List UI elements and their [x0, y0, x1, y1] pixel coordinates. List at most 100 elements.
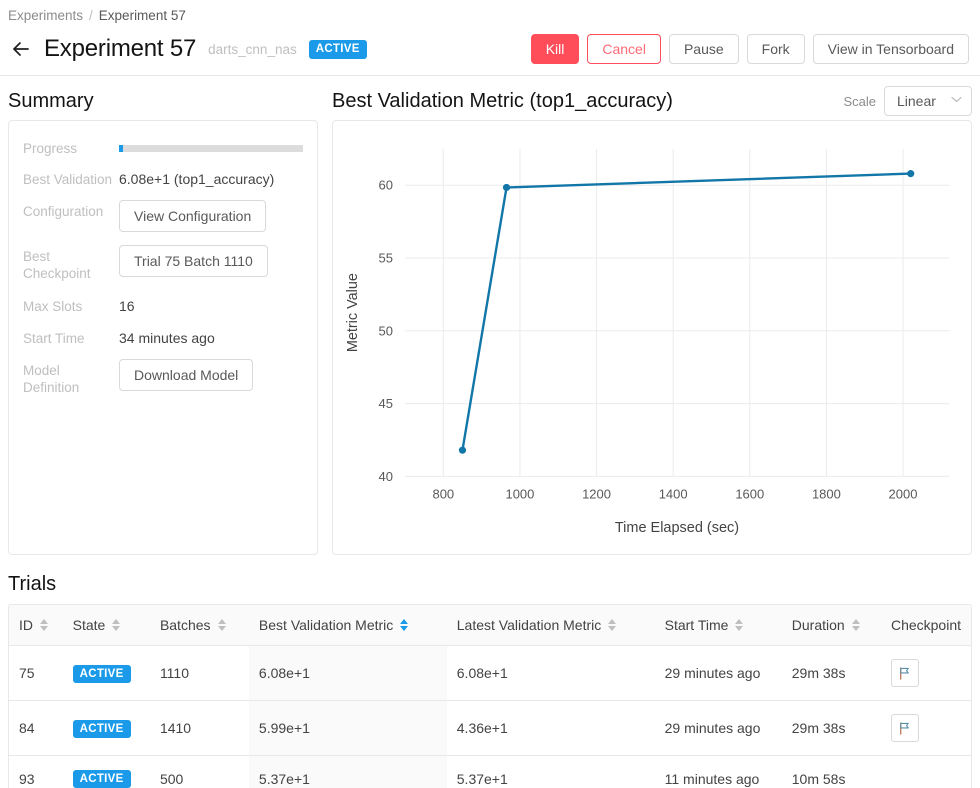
column-label-start-time: Start Time — [664, 617, 729, 633]
cancel-button[interactable]: Cancel — [587, 34, 661, 64]
y-tick-label: 45 — [379, 396, 393, 411]
summary-row-progress: Progress — [23, 137, 303, 157]
best-checkpoint-button[interactable]: Trial 75 Batch 1110 — [119, 245, 268, 277]
cell-batches: 1110 — [149, 645, 249, 701]
column-header-id[interactable]: ID — [9, 605, 63, 646]
trials-table-body: 75 ACTIVE 1110 6.08e+1 6.08e+1 29 minutes ago… — [9, 645, 971, 788]
summary-row-best-validation: Best Validation 6.08e+1 (top1_accuracy) — [23, 168, 303, 189]
breadcrumb-root-link[interactable]: Experiments — [8, 7, 83, 25]
max-slots-value: 16 — [119, 298, 135, 314]
data-point[interactable] — [458, 446, 467, 454]
sort-toggle-duration[interactable] — [851, 619, 860, 631]
trials-title: Trials — [8, 573, 57, 595]
sort-toggle-state[interactable] — [112, 619, 121, 631]
summary-header: Summary — [8, 76, 318, 120]
summary-title: Summary — [8, 89, 94, 112]
y-tick-label: 60 — [379, 178, 393, 193]
summary-row-model-definition: Model Definition Download Model — [23, 359, 303, 396]
table-row[interactable]: 93 ACTIVE 500 5.37e+1 5.37e+1 11 minutes ago 1… — [9, 755, 971, 788]
summary-row-configuration: Configuration View Configuration — [23, 200, 303, 232]
chart-card[interactable]: 800 1000 1200 1400 1600 1800 2000 40 45 50 55 60 Tim… — [332, 120, 972, 555]
view-configuration-button[interactable]: View Configuration — [119, 200, 267, 232]
flag-icon[interactable] — [890, 714, 919, 742]
cell-id: 93 — [9, 755, 63, 788]
flag-icon[interactable] — [890, 659, 919, 687]
column-header-duration[interactable]: Duration — [781, 605, 881, 646]
best-validation-value: 6.08e+1 (top1_accuracy) — [119, 171, 275, 187]
x-tick-label: 2000 — [889, 486, 918, 501]
cell-best-validation-metric: 6.08e+1 — [248, 645, 447, 701]
column-header-state[interactable]: State — [62, 605, 150, 646]
sort-toggle-start-time[interactable] — [735, 619, 744, 631]
cell-latest-validation-metric: 5.37e+1 — [446, 755, 655, 788]
pause-button[interactable]: Pause — [668, 34, 739, 64]
sort-toggle-latest-validation-metric[interactable] — [608, 619, 617, 631]
view-in-tensorboard-button[interactable]: View in Tensorboard — [812, 34, 969, 64]
model-definition-label: Model Definition — [23, 363, 80, 395]
column-header-best-validation-metric[interactable]: Best Validation Metric — [248, 605, 447, 646]
scale-select[interactable]: Linear — [884, 86, 972, 116]
column-label-checkpoint: Checkpoint — [890, 617, 961, 633]
y-axis-label: Metric Value — [345, 273, 361, 352]
kill-button[interactable]: Kill — [530, 34, 580, 64]
scale-select-value: Linear — [897, 93, 936, 109]
cell-state: ACTIVE — [62, 645, 150, 701]
configuration-label: Configuration — [23, 204, 104, 219]
summary-card: Progress Best Validation 6.08e+1 (top1_a… — [8, 120, 318, 555]
x-tick-label: 1800 — [812, 486, 841, 501]
best-checkpoint-label: Best Checkpoint — [23, 249, 91, 281]
cell-checkpoint — [880, 645, 971, 701]
experiment-subtitle: darts_cnn_nas — [208, 41, 297, 57]
trials-table: ID State Batches Best Validation Metric … — [9, 605, 971, 788]
cell-start-time: 11 minutes ago — [654, 755, 782, 788]
column-header-checkpoint: Checkpoint — [880, 605, 971, 646]
cell-start-time: 29 minutes ago — [654, 700, 782, 756]
cell-latest-validation-metric: 4.36e+1 — [446, 700, 655, 756]
column-label-best-validation-metric: Best Validation Metric — [258, 617, 394, 633]
scale-label: Scale — [843, 93, 876, 109]
trials-table-container: ID State Batches Best Validation Metric … — [8, 604, 972, 788]
chart-section: Best Validation Metric (top1_accuracy) S… — [332, 76, 972, 555]
status-badge: ACTIVE — [308, 39, 367, 59]
fork-button[interactable]: Fork — [746, 34, 805, 64]
trials-header-row: ID State Batches Best Validation Metric … — [9, 605, 971, 646]
download-model-button[interactable]: Download Model — [119, 359, 254, 391]
arrow-left-icon[interactable] — [8, 36, 34, 62]
column-label-batches: Batches — [159, 617, 211, 633]
column-label-id: ID — [19, 617, 33, 633]
chevron-down-icon — [951, 96, 962, 106]
page-header: Experiment 57 darts_cnn_nas ACTIVE Kill … — [0, 25, 980, 71]
column-label-state: State — [72, 617, 106, 633]
progress-bar-fill — [119, 145, 123, 152]
cell-id: 84 — [9, 700, 63, 756]
column-header-latest-validation-metric[interactable]: Latest Validation Metric — [446, 605, 655, 646]
data-point[interactable] — [502, 183, 511, 192]
data-point[interactable] — [907, 170, 915, 178]
x-tick-label: 1000 — [505, 486, 534, 501]
breadcrumb: Experiments / Experiment 57 — [0, 0, 980, 25]
start-time-label: Start Time — [23, 331, 85, 346]
scale-control: Scale Linear — [843, 86, 972, 116]
sort-toggle-best-validation-metric[interactable] — [400, 619, 409, 631]
x-tick-label: 1200 — [582, 486, 611, 501]
column-header-batches[interactable]: Batches — [149, 605, 249, 646]
table-row[interactable]: 84 ACTIVE 1410 5.99e+1 4.36e+1 29 minutes ago… — [9, 700, 971, 756]
breadcrumb-current: Experiment 57 — [98, 8, 186, 23]
metric-line-chart[interactable]: 800 1000 1200 1400 1600 1800 2000 40 45 50 55 60 Tim… — [333, 121, 971, 554]
summary-row-best-checkpoint: Best Checkpoint Trial 75 Batch 1110 — [23, 245, 303, 282]
state-badge: ACTIVE — [72, 770, 131, 788]
sort-toggle-batches[interactable] — [217, 619, 226, 631]
state-badge: ACTIVE — [72, 719, 131, 738]
header-actions: Kill Cancel Pause Fork View in Tensorboa… — [530, 34, 972, 64]
trials-table-head: ID State Batches Best Validation Metric … — [9, 605, 971, 646]
column-label-latest-validation-metric: Latest Validation Metric — [456, 617, 602, 633]
column-label-duration: Duration — [791, 617, 845, 633]
cell-batches: 500 — [149, 755, 249, 788]
breadcrumb-separator: / — [89, 8, 93, 23]
cell-duration: 10m 58s — [781, 755, 881, 788]
main-content: Summary Progress Best Validation 6.08e+1… — [0, 76, 980, 555]
sort-toggle-id[interactable] — [40, 619, 48, 631]
cell-duration: 29m 38s — [781, 700, 881, 756]
table-row[interactable]: 75 ACTIVE 1110 6.08e+1 6.08e+1 29 minutes ago… — [9, 645, 971, 701]
column-header-start-time[interactable]: Start Time — [654, 605, 782, 646]
